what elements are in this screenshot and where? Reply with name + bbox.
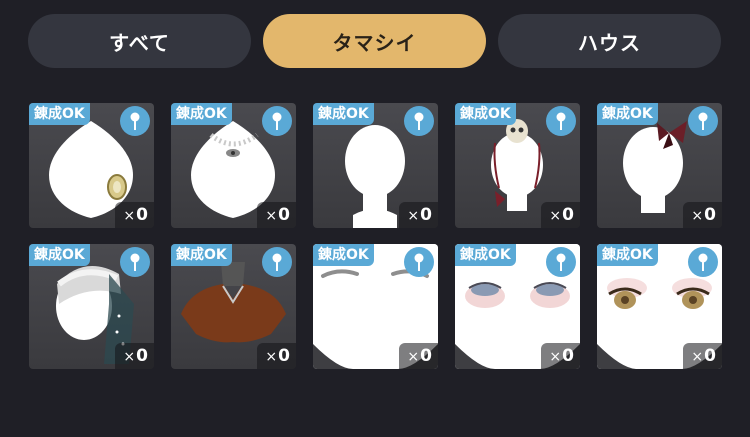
- item-card-blue-eyes[interactable]: 錬成OK ×0: [455, 244, 580, 369]
- item-count: ×0: [115, 343, 154, 369]
- item-count: ×0: [399, 202, 438, 228]
- pin-icon[interactable]: [688, 247, 718, 277]
- refine-ok-badge: 錬成OK: [313, 103, 374, 125]
- pin-icon[interactable]: [120, 106, 150, 136]
- tab-tamashii[interactable]: タマシイ: [263, 14, 486, 68]
- item-count: ×0: [541, 343, 580, 369]
- item-count: ×0: [257, 202, 296, 228]
- pin-icon[interactable]: [404, 106, 434, 136]
- item-card-bonnet[interactable]: 錬成OK ×0: [29, 244, 154, 369]
- tab-house[interactable]: ハウス: [498, 14, 721, 68]
- refine-ok-badge: 錬成OK: [455, 244, 516, 266]
- pin-icon[interactable]: [262, 106, 292, 136]
- refine-ok-badge: 錬成OK: [313, 244, 374, 266]
- item-count: ×0: [115, 202, 154, 228]
- refine-ok-badge: 錬成OK: [597, 103, 658, 125]
- refine-ok-badge: 錬成OK: [29, 244, 90, 266]
- refine-ok-badge: 錬成OK: [597, 244, 658, 266]
- item-card-butterfly-clip[interactable]: 錬成OK ×0: [597, 103, 722, 228]
- item-card-eyebrows[interactable]: 錬成OK ×0: [313, 244, 438, 369]
- item-card-brooch[interactable]: 錬成OK ×0: [29, 103, 154, 228]
- refine-ok-badge: 錬成OK: [171, 103, 232, 125]
- pin-icon[interactable]: [688, 106, 718, 136]
- tab-all[interactable]: すべて: [28, 14, 251, 68]
- pin-icon[interactable]: [262, 247, 292, 277]
- item-card-pearl-necklace[interactable]: 錬成OK ×0: [171, 103, 296, 228]
- item-card-brown-eyes[interactable]: 錬成OK ×0: [597, 244, 722, 369]
- item-card-brown-blouse[interactable]: 錬成OK ×0: [171, 244, 296, 369]
- item-count: ×0: [257, 343, 296, 369]
- pin-icon[interactable]: [120, 247, 150, 277]
- item-count: ×0: [541, 202, 580, 228]
- item-count: ×0: [683, 202, 722, 228]
- pin-icon[interactable]: [546, 106, 576, 136]
- item-card-skull-accessory[interactable]: 錬成OK ×0: [455, 103, 580, 228]
- item-count: ×0: [399, 343, 438, 369]
- refine-ok-badge: 錬成OK: [455, 103, 516, 125]
- pin-icon[interactable]: [546, 247, 576, 277]
- pin-icon[interactable]: [404, 247, 434, 277]
- item-count: ×0: [683, 343, 722, 369]
- category-tabs: すべて タマシイ ハウス: [0, 0, 750, 80]
- refine-ok-badge: 錬成OK: [171, 244, 232, 266]
- item-card-plain-head[interactable]: 錬成OK ×0: [313, 103, 438, 228]
- refine-ok-badge: 錬成OK: [29, 103, 90, 125]
